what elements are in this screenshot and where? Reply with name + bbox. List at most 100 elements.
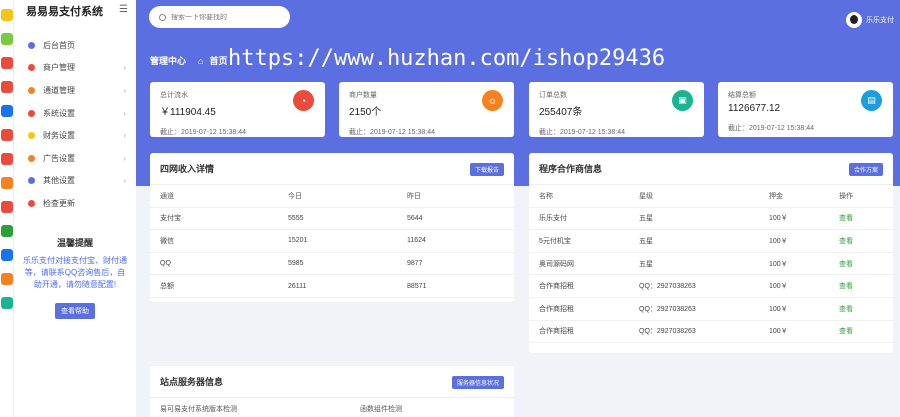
view-link[interactable]: 查看 [839,281,853,291]
income-header-row: 通道 今日 昨日 [150,185,514,208]
view-link[interactable]: 查看 [839,304,853,314]
app-shortcut-icon[interactable] [1,225,13,237]
app-shortcut-icon[interactable] [1,249,13,261]
app-shortcut-icon[interactable] [1,297,13,309]
income-cell: 微信 [160,237,174,245]
sidebar-item[interactable]: 其他设置 › [14,170,136,193]
server-status-button[interactable]: 服务器信息状况 [451,376,504,389]
income-cell: 支付宝 [160,215,181,223]
partners-cell: 合作商招租 [539,305,574,313]
partners-cell: 五星 [639,237,653,245]
sidebar-item[interactable]: 检查更新 [14,192,136,215]
other-icon [28,177,35,185]
partners-cell: QQ：2927038263 [639,305,696,313]
income-cell: 15201 [288,237,308,245]
app-shortcut-icon[interactable] [1,33,13,45]
view-link[interactable]: 查看 [839,236,853,246]
partners-panel-header: 程序合作商信息 合作方案 [529,153,893,185]
app-title: 易易易支付系统 [26,6,103,18]
sidebar: 易易易支付系统 ☰ 后台首页 商户管理 › 通道管理 › 系统设置 › 财务设置 › 广告设置 › 其… [14,0,136,417]
income-cell: 5985 [288,260,304,268]
home-icon[interactable]: ⌂ [198,56,203,66]
breadcrumb: 管理中心 ⌂ 首页 [150,54,227,67]
partners-col-header: 操作 [839,192,853,200]
search-icon [159,13,166,21]
table-row: 微信 15201 11624 [150,230,514,253]
search-input[interactable] [171,13,271,21]
table-row: 合作商招租 QQ：2927038263 100￥ 查看 [529,321,893,344]
app-shortcut-icon[interactable] [1,273,13,285]
view-link[interactable]: 查看 [839,259,853,269]
server-col-version: 易可易支付系统版本检测 [160,405,237,413]
sidebar-item-label: 系统设置 [43,108,75,118]
app-shortcut-icon[interactable] [1,177,13,189]
stat-card: 商户数量 2150个 截止：2019-07-12 15:38:44 ☺ [339,82,514,137]
user-icon [28,64,35,72]
sidebar-item-label: 通道管理 [43,85,75,95]
income-cell: 88571 [407,282,427,290]
sidebar-item[interactable]: 商户管理 › [14,57,136,80]
stat-label: 订单总数 [539,92,567,99]
table-row: 支付宝 5555 5644 [150,208,514,231]
pie-icon: ◔ [293,90,314,111]
partners-cell: 合作商招租 [539,283,574,291]
chevron-right-icon: › [123,131,126,141]
server-panel-header: 站点服务器信息 服务器信息状况 [150,366,514,398]
menu-toggle-icon[interactable]: ☰ [119,4,128,15]
sidebar-item[interactable]: 通道管理 › [14,79,136,102]
table-row: 乐乐支付 五星 100￥ 查看 [529,208,893,231]
notice-title: 温馨提醒 [56,238,93,248]
sidebar-item-label: 广告设置 [43,153,75,163]
cart-icon: ▣ [672,90,693,111]
stat-card: 订单总数 255407条截止：2019-07-12 15:38:44 ▣ [529,82,704,137]
table-row: 奥司源码网 五星 100￥ 查看 [529,253,893,276]
stat-value: 255407条 [539,107,583,118]
income-col-header: 通道 [160,192,174,200]
app-shortcut-icon[interactable] [1,153,13,165]
app-shortcut-icon[interactable] [1,57,13,69]
income-cell: QQ [160,260,171,268]
breadcrumb-home[interactable]: 首页 [209,54,227,67]
view-link[interactable]: 查看 [839,213,853,223]
chevron-right-icon: › [123,108,126,118]
download-report-button[interactable]: 下载报告 [469,163,504,176]
watermark-text: https://www.huzhan.com/ishop29436 [228,46,666,71]
sidebar-item[interactable]: 广告设置 › [14,147,136,170]
table-row: 合作商招租 QQ：2927038263 100￥ 查看 [529,298,893,321]
notice-box: 温馨提醒 乐乐支付对接支付宝、财付通等，请联系QQ咨询售后，自助开通，请勿随意配… [14,236,136,319]
sidebar-item[interactable]: 财务设置 › [14,124,136,147]
partners-panel: 程序合作商信息 合作方案 名称 星级 押金 操作 乐乐支付 五星 100￥ 查看 5元付机宝 五星… [529,153,893,353]
chevron-right-icon: › [123,85,126,95]
view-link[interactable]: 查看 [839,326,853,336]
sidebar-item-label: 检查更新 [43,198,75,208]
partners-cell: 100￥ [769,260,788,268]
channel-icon [28,86,35,94]
income-panel: 四网收入详情 下载报告 通道 今日 昨日 支付宝 5555 5644 微信 15201 1162… [150,153,514,302]
sidebar-item[interactable]: 后台首页 [14,34,136,57]
app-shortcut-icon[interactable] [1,105,13,117]
income-title: 四网收入详情 [160,164,215,174]
income-col-header: 昨日 [407,192,421,200]
partners-cell: 合作商招租 [539,328,574,336]
partners-cell: QQ：2927038263 [639,283,696,291]
partners-cell: 乐乐支付 [539,215,567,223]
cooperation-button[interactable]: 合作方案 [848,163,883,176]
search-bar[interactable] [149,6,290,28]
app-shortcut-icon[interactable] [1,129,13,141]
notice-text: 乐乐支付对接支付宝、财付通等，请联系QQ咨询售后，自助开通，请勿随意配置! [23,256,127,289]
partners-cell: 100￥ [769,328,788,336]
app-shortcut-icon[interactable] [1,9,13,21]
help-button[interactable]: 查看帮助 [55,303,95,319]
sidebar-item-label: 其他设置 [43,176,75,186]
table-row: QQ 5985 9877 [150,253,514,276]
income-cell: 总额 [160,283,174,291]
income-cell: 5555 [288,214,304,222]
sidebar-item[interactable]: 系统设置 › [14,102,136,125]
stat-card: 结算总额 1126677.12 截止：2019-07-12 15:38:44 ▤ [718,82,893,137]
app-shortcut-icon[interactable] [1,81,13,93]
user-menu[interactable]: 乐乐支付 [846,12,894,28]
gear-icon [28,109,35,117]
income-cell: 5644 [407,214,423,222]
app-shortcut-icon[interactable] [1,201,13,213]
stat-time: 截止：2019-07-12 15:38:44 [539,129,625,136]
